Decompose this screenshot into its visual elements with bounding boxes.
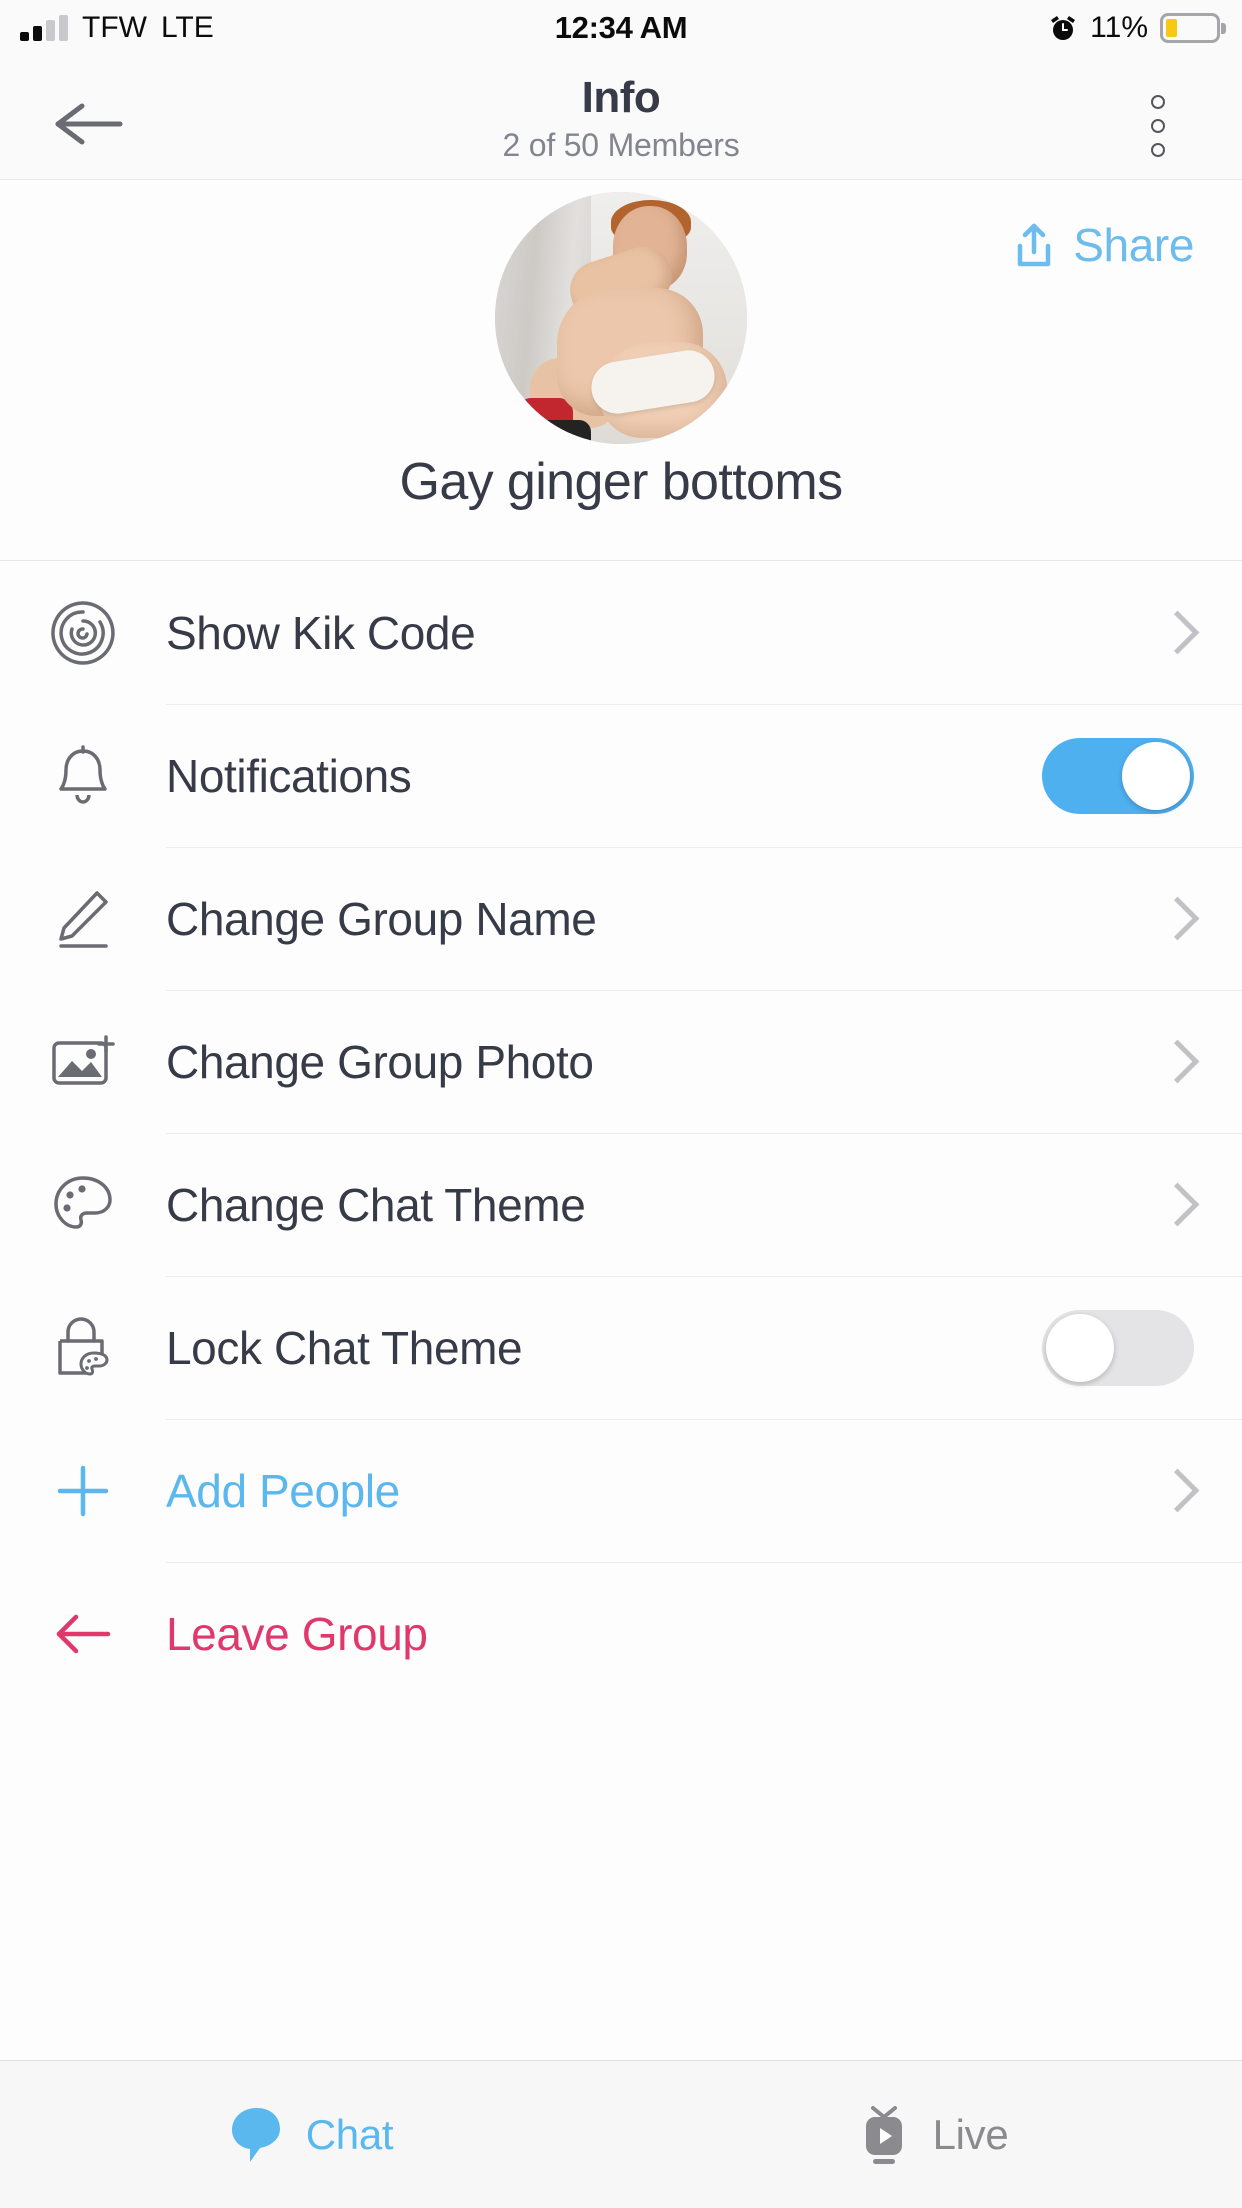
list-item-leave-group[interactable]: Leave Group	[0, 1562, 1242, 1705]
list-item-change-chat-theme[interactable]: Change Chat Theme	[0, 1133, 1242, 1276]
tab-live[interactable]: Live	[621, 2061, 1242, 2208]
photo-add-icon	[0, 1027, 166, 1097]
plus-icon	[0, 1456, 166, 1526]
leave-arrow-icon	[0, 1599, 166, 1669]
alarm-clock-icon	[1048, 13, 1078, 43]
list-item-show-kik-code[interactable]: Show Kik Code	[0, 561, 1242, 704]
chevron-right-icon	[1160, 897, 1186, 941]
settings-list: Show Kik Code Notifications Change Group…	[0, 560, 1242, 1705]
kik-group-info-screen: TFW LTE 12:34 AM 11% Info 2 of 50 Member…	[0, 0, 1242, 2208]
bottom-tab-bar: Chat Live	[0, 2060, 1242, 2208]
chevron-right-icon	[1160, 1469, 1186, 1513]
chat-bubble-icon	[228, 2104, 286, 2166]
pencil-icon	[0, 884, 166, 954]
list-item-label: Change Chat Theme	[166, 1178, 586, 1231]
group-name-title: Gay ginger bottoms	[399, 453, 844, 511]
battery-percent-label: 11%	[1090, 11, 1148, 44]
status-bar-right: 11%	[1048, 11, 1226, 45]
list-item-change-group-photo[interactable]: Change Group Photo	[0, 990, 1242, 1133]
live-video-icon	[855, 2100, 913, 2170]
list-item-label: Add People	[166, 1464, 400, 1517]
page-title: Info	[581, 72, 661, 122]
list-item-label: Change Group Name	[166, 892, 597, 945]
chevron-right-icon	[1160, 611, 1186, 655]
tab-label: Chat	[305, 2110, 394, 2158]
list-item-change-group-name[interactable]: Change Group Name	[0, 847, 1242, 990]
lock-chat-theme-toggle[interactable]	[1042, 1309, 1194, 1386]
share-label: Share	[1073, 219, 1194, 271]
overflow-menu-icon[interactable]	[1118, 86, 1198, 166]
notifications-toggle[interactable]	[1042, 737, 1194, 814]
list-item-label: Show Kik Code	[166, 606, 476, 659]
tab-label: Live	[932, 2110, 1009, 2158]
nav-title-block: Info 2 of 50 Members	[0, 56, 1242, 180]
bell-icon	[0, 741, 166, 811]
member-count-label: 2 of 50 Members	[502, 126, 740, 163]
battery-low-icon	[1160, 13, 1226, 43]
list-item-label: Leave Group	[166, 1607, 428, 1660]
list-item-label: Change Group Photo	[166, 1035, 594, 1088]
profile-header: Share Gay ginger bottoms	[0, 180, 1242, 560]
status-bar: TFW LTE 12:34 AM 11%	[0, 0, 1242, 56]
tab-chat[interactable]: Chat	[0, 2061, 621, 2208]
group-avatar-photo[interactable]	[495, 192, 747, 444]
kik-code-icon	[0, 598, 166, 668]
palette-icon	[0, 1170, 166, 1240]
list-item-lock-chat-theme[interactable]: Lock Chat Theme	[0, 1276, 1242, 1419]
share-button[interactable]: Share	[1011, 218, 1194, 272]
lock-palette-icon	[0, 1313, 166, 1383]
share-icon	[1011, 220, 1057, 270]
avatar-image	[495, 192, 747, 444]
chevron-right-icon	[1160, 1040, 1186, 1084]
navigation-bar: Info 2 of 50 Members	[0, 56, 1242, 180]
chevron-right-icon	[1160, 1183, 1186, 1227]
list-item-notifications[interactable]: Notifications	[0, 704, 1242, 847]
list-item-add-people[interactable]: Add People	[0, 1419, 1242, 1562]
